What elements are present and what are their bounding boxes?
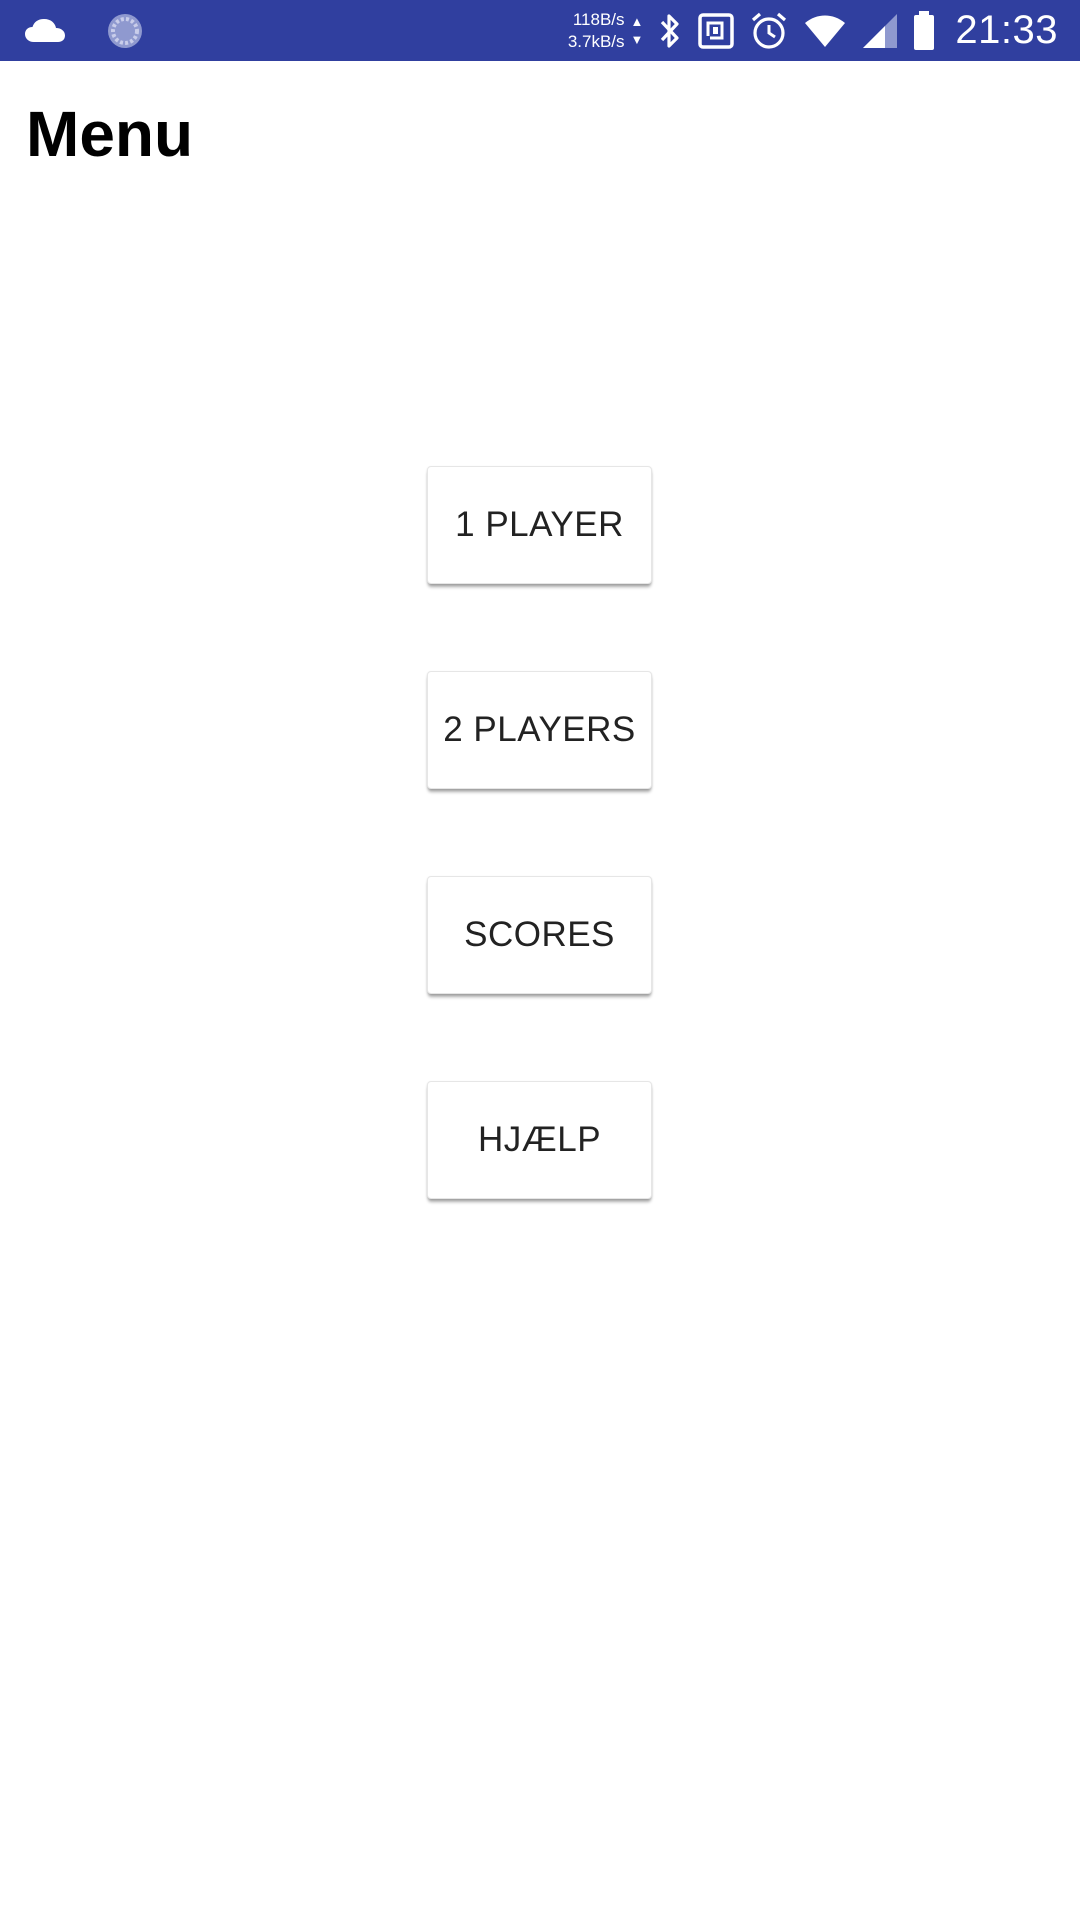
two-players-button[interactable]: 2 PLAYERS (427, 671, 652, 789)
one-player-button[interactable]: 1 PLAYER (427, 466, 652, 584)
main-menu: 1 PLAYER 2 PLAYERS SCORES HJÆLP (0, 0, 1080, 1920)
help-button[interactable]: HJÆLP (427, 1081, 652, 1199)
scores-button[interactable]: SCORES (427, 876, 652, 994)
